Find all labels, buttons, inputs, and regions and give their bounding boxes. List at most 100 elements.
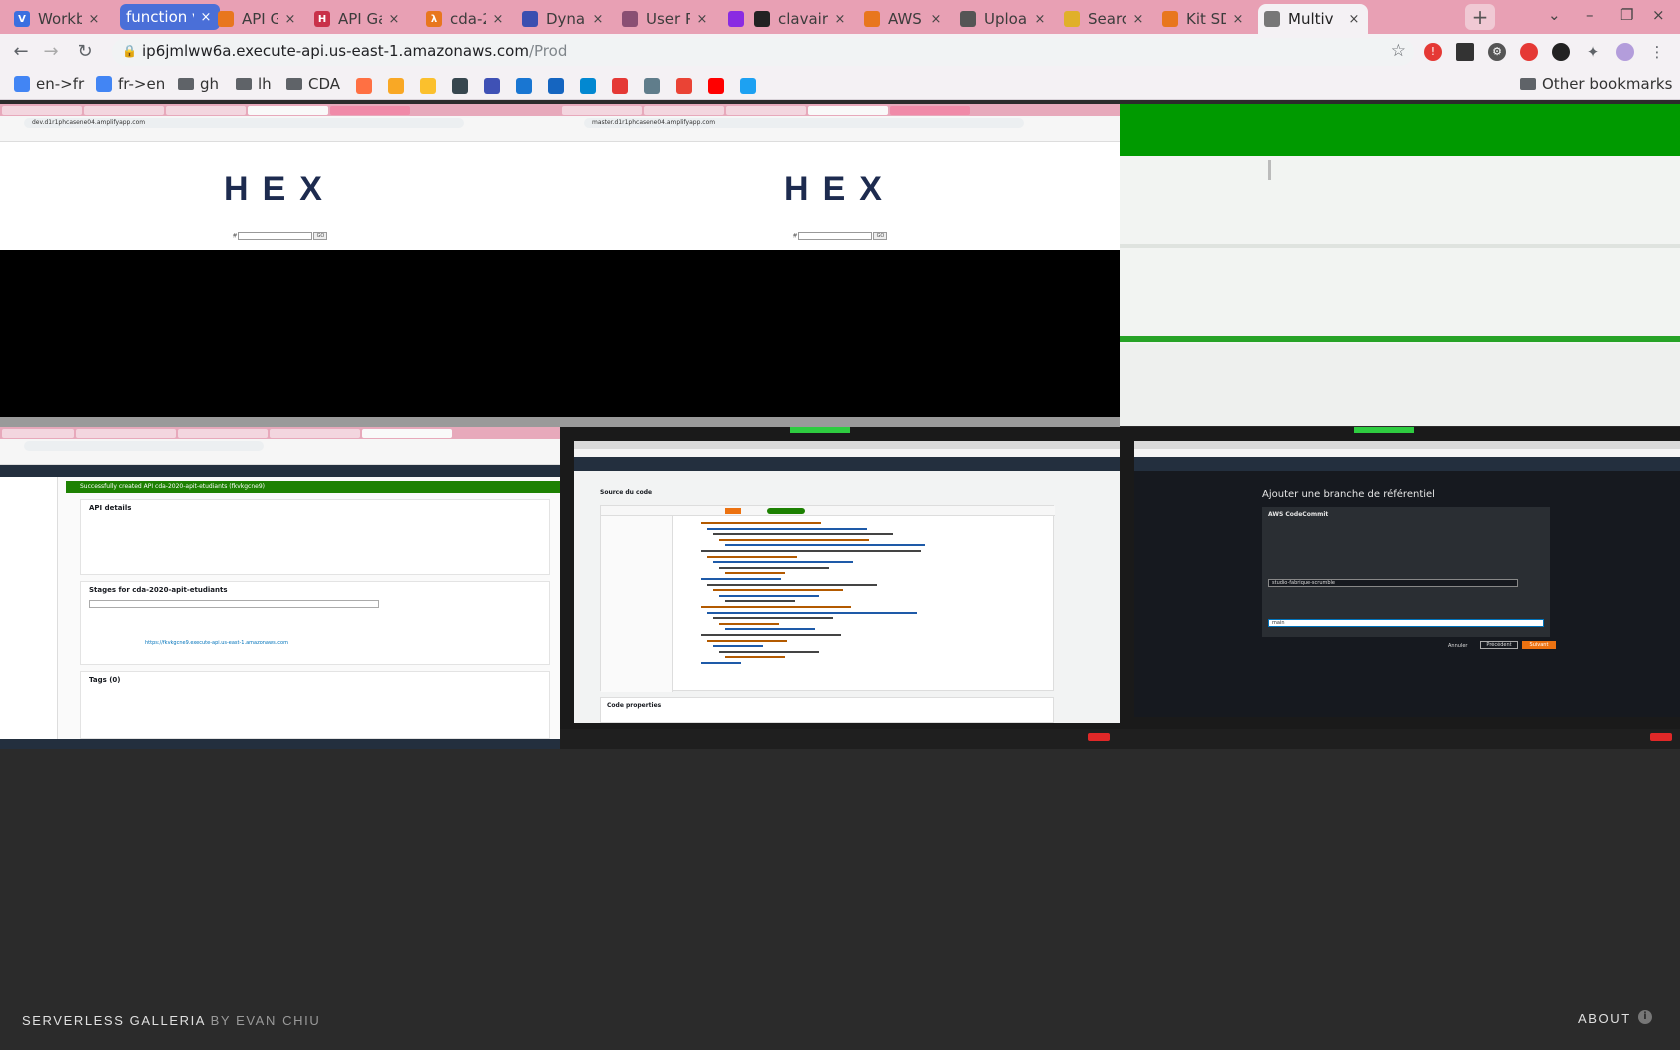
close-tab-icon[interactable]: × (832, 12, 848, 27)
blur-mark (1268, 160, 1271, 180)
code-line (707, 527, 867, 530)
bookmark-favicon-icon[interactable] (388, 78, 404, 94)
info-icon[interactable]: i (1638, 1010, 1652, 1024)
extension-terminal-icon[interactable] (1456, 43, 1474, 61)
browser-tab[interactable]: Multiv × (1258, 4, 1368, 34)
close-tab-icon[interactable]: × (86, 12, 102, 27)
tab-title: API Ga (338, 10, 382, 28)
new-tab-button[interactable]: + (1465, 4, 1495, 30)
tab-favicon-icon (522, 11, 538, 27)
browser-tab[interactable]: AWS A × (858, 4, 950, 34)
code-line (713, 617, 833, 620)
bookmark-favicon-icon[interactable] (708, 78, 724, 94)
code-line (719, 650, 819, 653)
footer-brand[interactable]: SERVERLESS GALLERIA BY EVAN CHIU (22, 1013, 320, 1028)
address-bar[interactable]: 🔒 ip6jmlww6a.execute-api.us-east-1.amazo… (112, 38, 1414, 66)
browser-menu-icon[interactable]: ⋮ (1648, 43, 1666, 61)
blur-line (1120, 244, 1680, 248)
browser-tab[interactable]: H API Ga × (308, 4, 408, 34)
extension-incognito-icon[interactable] (1552, 43, 1570, 61)
previous-button: Précédent (1480, 641, 1518, 649)
close-tab-icon[interactable]: × (386, 12, 402, 27)
browser-tab[interactable]: Uploa × (954, 4, 1054, 34)
close-tab-icon[interactable]: × (928, 12, 944, 27)
browser-tab[interactable]: User P × (616, 4, 716, 34)
lock-icon: 🔒 (122, 44, 137, 58)
bookmark-favicon-icon[interactable] (612, 78, 628, 94)
close-tab-icon[interactable]: × (694, 12, 710, 27)
bookmark-item[interactable]: CDA (286, 75, 340, 93)
browser-tab[interactable] (722, 4, 746, 34)
bookmark-item[interactable]: en->fr (14, 75, 84, 93)
mini-tab (2, 429, 74, 438)
about-link[interactable]: ABOUT (1578, 1011, 1631, 1026)
browser-tab[interactable]: V Workb × (8, 4, 108, 34)
stages-panel: Stages for cda-2020-apit-etudiants https… (80, 581, 550, 665)
mini-toolbar (1134, 449, 1680, 457)
bookmark-favicon-icon[interactable] (484, 78, 500, 94)
extension-gear-icon[interactable]: ⚙ (1488, 43, 1506, 61)
success-banner: Successfully created API cda-2020-apit-e… (66, 481, 560, 493)
gallery-item-hex-master[interactable]: master.d1r1phcasene04.amplifyapp.com HEX… (560, 104, 1120, 417)
browser-tab[interactable]: λ cda-20 × (420, 4, 512, 34)
bookmark-item[interactable]: lh (236, 75, 272, 93)
gallery-item-blurred[interactable] (1120, 104, 1680, 426)
gallery-item-hex-dev[interactable]: dev.d1r1phcasene04.amplifyapp.com HEX # … (0, 104, 560, 417)
code-line (701, 578, 781, 580)
folder-icon (236, 78, 252, 90)
close-tab-icon[interactable]: × (1032, 12, 1048, 27)
blur-area (1120, 344, 1680, 426)
gallery-item-lambda-code[interactable]: Source du code Code properties (560, 427, 1120, 803)
extensions-puzzle-icon[interactable]: ✦ (1584, 43, 1602, 61)
gallery-item-amplify[interactable]: Ajouter une branche de référentiel AWS C… (1120, 427, 1680, 803)
code-line (719, 566, 829, 569)
bookmark-favicon-icon[interactable] (516, 78, 532, 94)
invoke-url: https://fkvkgcne9.execute-api.us-east-1.… (145, 640, 288, 646)
extension-hand-icon[interactable] (1520, 43, 1538, 61)
tab-search-icon[interactable]: ⌄ (1548, 6, 1561, 24)
cancel-button: Annuler (1448, 643, 1468, 649)
browser-tab[interactable]: clavair × (748, 4, 854, 34)
other-bookmarks[interactable]: Other bookmarks (1520, 75, 1672, 93)
console-body: Source du code Code properties (574, 471, 1120, 723)
minimize-icon[interactable]: – (1586, 6, 1594, 24)
hex-page: HEX # GO (560, 142, 1120, 250)
forward-icon[interactable]: → (40, 41, 62, 62)
profile-avatar[interactable] (1616, 43, 1634, 61)
console-sidebar (0, 477, 58, 739)
close-tab-icon[interactable]: × (1130, 12, 1146, 27)
back-icon[interactable]: ← (10, 41, 32, 62)
close-tab-icon[interactable]: × (282, 12, 298, 27)
bookmark-item[interactable]: gh (178, 75, 219, 93)
reload-icon[interactable]: ↻ (74, 41, 96, 62)
bookmark-favicon-icon[interactable] (740, 78, 756, 94)
bookmark-star-icon[interactable]: ☆ (1391, 41, 1406, 61)
file-tree (601, 516, 673, 692)
maximize-icon[interactable]: ❐ (1620, 6, 1633, 24)
close-tab-icon[interactable]: × (590, 12, 606, 27)
bookmark-favicon-icon[interactable] (580, 78, 596, 94)
browser-tab[interactable]: Kit SDI × (1156, 4, 1252, 34)
bookmark-item[interactable]: fr->en (96, 75, 165, 93)
close-window-icon[interactable]: × (1652, 6, 1665, 24)
browser-tab[interactable]: Search × (1058, 4, 1152, 34)
close-tab-icon[interactable]: × (1346, 12, 1362, 27)
close-tab-icon[interactable]: × (1230, 12, 1246, 27)
browser-tab[interactable]: Dynam × (516, 4, 612, 34)
bookmark-favicon-icon[interactable] (356, 78, 372, 94)
gallery-item-api-gateway[interactable]: Successfully created API cda-2020-apit-e… (0, 427, 560, 803)
browser-tab[interactable]: function v1× (120, 4, 220, 30)
bookmark-favicon-icon[interactable] (644, 78, 660, 94)
extension-alert-icon[interactable]: ! (1424, 43, 1442, 61)
leave-button (1088, 733, 1110, 741)
tags-title: Tags (0) (89, 676, 121, 684)
close-tab-icon[interactable]: × (490, 12, 506, 27)
bookmark-favicon-icon[interactable] (548, 78, 564, 94)
tab-favicon-icon (864, 11, 880, 27)
repository-select: studio-fabrique-scrumble (1268, 579, 1518, 587)
bookmark-favicon-icon[interactable] (420, 78, 436, 94)
meeting-controls (560, 729, 1120, 749)
bookmark-favicon-icon[interactable] (676, 78, 692, 94)
browser-tab[interactable]: API Ga × (212, 4, 304, 34)
bookmark-favicon-icon[interactable] (452, 78, 468, 94)
